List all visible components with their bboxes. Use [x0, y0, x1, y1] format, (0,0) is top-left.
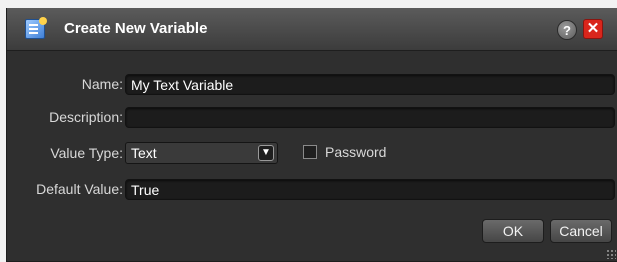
- cancel-button[interactable]: Cancel: [550, 219, 612, 243]
- name-label: Name:: [81, 76, 123, 92]
- dialog-titlebar[interactable]: Create New Variable ? ✕: [7, 8, 617, 51]
- chevron-down-icon[interactable]: ▼: [258, 145, 274, 161]
- name-field[interactable]: My Text Variable: [125, 74, 615, 95]
- dialog-title: Create New Variable: [64, 20, 208, 37]
- description-label: Description:: [49, 109, 123, 125]
- variable-icon: [25, 17, 47, 39]
- description-field[interactable]: [125, 107, 615, 128]
- close-button[interactable]: ✕: [583, 19, 603, 39]
- password-label[interactable]: Password: [325, 144, 386, 160]
- resize-grip-icon[interactable]: [606, 249, 616, 259]
- default-value-label: Default Value:: [36, 181, 123, 197]
- password-checkbox[interactable]: [303, 145, 317, 159]
- ok-button[interactable]: OK: [482, 219, 544, 243]
- value-type-selected: Text: [131, 145, 157, 161]
- help-button[interactable]: ?: [557, 20, 577, 40]
- create-variable-dialog: Create New Variable ? ✕ Name: My Text Va…: [6, 8, 617, 262]
- value-type-label: Value Type:: [50, 145, 123, 161]
- default-value-field[interactable]: True: [125, 179, 615, 200]
- value-type-select[interactable]: Text ▼: [125, 142, 278, 164]
